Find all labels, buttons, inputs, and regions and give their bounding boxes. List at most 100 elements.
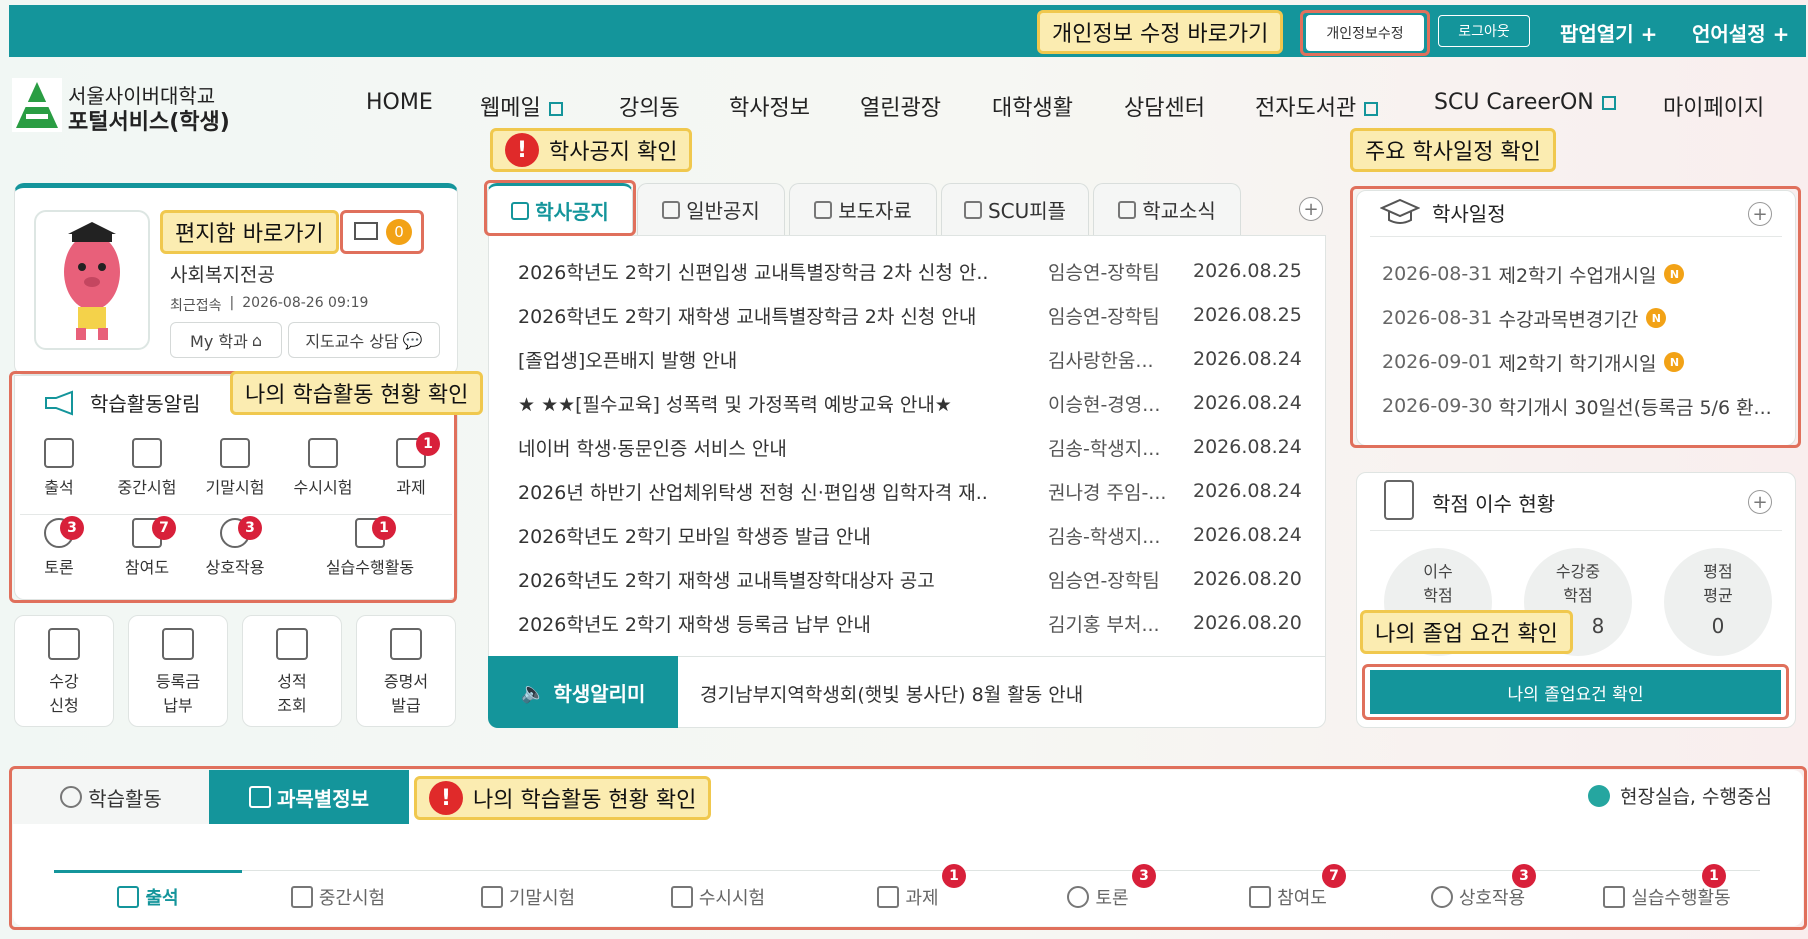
notice-list: 2026학년도 2학기 신편입생 교내특별장학금 2차 신청 안.. 임승연-장학… [518,249,1308,645]
notice-row[interactable]: 2026년 하반기 산업체위탁생 전형 신·편입생 입학자격 재.. 권나경 주임… [518,469,1308,513]
schedule-item[interactable]: 2026-09-01 제2학기 학기개시일 N [1382,340,1772,384]
quick-tuition[interactable]: 등록금 납부 [128,615,228,727]
attendance-icon [44,438,74,468]
subtab-assignment[interactable]: 과제 1 [814,864,1002,922]
nav-lecture[interactable]: 강의동 [619,90,680,122]
subtab-participation[interactable]: 참여도 7 [1194,864,1382,922]
notice-more-button[interactable]: + [1299,197,1323,221]
callout-notice: ! 학사공지 확인 [490,128,693,172]
megaphone-icon [44,390,78,416]
schedule-item[interactable]: 2026-09-30 학기개시 30일선(등록금 5/6 환... [1382,384,1772,428]
certificate-icon [390,628,422,660]
new-badge: N [1646,308,1667,328]
nav-campus-life[interactable]: 대학생활 [992,90,1073,122]
alimi-text[interactable]: 경기남부지역학생회(햇빛 봉사단) 8월 활동 안내 [700,680,1083,707]
tab-learning-activity[interactable]: 학습활동 [13,770,209,824]
activity-participation[interactable]: 참여도 7 [108,516,186,578]
subtab-midterm[interactable]: 중간시험 [244,872,432,922]
quick-certificate[interactable]: 증명서 발급 [356,615,456,727]
activity-interaction[interactable]: 상호작용 3 [196,516,274,578]
logout-button[interactable]: 로그아웃 [1438,15,1530,47]
advisor-counsel-button[interactable]: 지도교수 상담 💬 [288,322,440,358]
document-icon [814,200,833,219]
nav-library[interactable]: 전자도서관 [1255,90,1379,122]
logo-line2: 포털서비스(학생) [68,110,230,135]
credits-title: 학점 이수 현황 [1432,492,1556,516]
final-exam-icon [480,886,503,908]
my-dept-button[interactable]: My 학과 ⌂ [170,322,282,358]
highlight-academic-tab [484,180,636,236]
nav-mypage[interactable]: 마이페이지 [1663,90,1764,122]
tab-course-info[interactable]: 과목별정보 [209,770,409,824]
interaction-badge: 3 [238,516,262,540]
quick-course-registration[interactable]: 수강 신청 [14,615,114,727]
check-badge-icon [1588,784,1610,807]
attendance-icon [117,886,140,908]
divider [1370,236,1782,237]
tab-scu-people[interactable]: SCU피플 [941,183,1089,235]
scu-logo-icon[interactable] [12,78,62,132]
quick-grades[interactable]: 성적 조회 [242,615,342,727]
assignment-badge: 1 [942,864,966,888]
callout-bottom-activity: ! 나의 학습활동 현황 확인 [414,776,712,820]
subtab-discussion[interactable]: 토론 3 [1004,864,1192,922]
practicum-badge: 1 [1702,864,1726,888]
alert-icon: ! [505,133,539,167]
school-icon [1118,200,1137,219]
nav-counsel[interactable]: 상담센터 [1124,90,1205,122]
subtab-interaction[interactable]: 상호작용 3 [1384,864,1572,922]
divider [20,514,452,515]
schedule-list: 2026-08-31 제2학기 수업개시일 N 2026-08-31 수강과목변경… [1382,252,1772,428]
subtab-practicum[interactable]: 실습수행활동 1 [1574,864,1760,922]
clock-icon [60,786,83,808]
schedule-item[interactable]: 2026-08-31 제2학기 수업개시일 N [1382,252,1772,296]
notice-row[interactable]: ★ ★★[필수교육] 성폭력 및 가정폭력 예방교육 안내★ 이승현-경영... 2… [518,381,1308,425]
tab-press[interactable]: 보도자료 [789,183,937,235]
midterm-icon [290,886,313,908]
quiz-icon [670,886,693,908]
practicum-filter[interactable]: 현장실습, 수행중심 [1588,782,1772,809]
tab-general-notice[interactable]: 일반공지 [637,183,785,235]
notice-row[interactable]: 2026학년도 2학기 신편입생 교내특별장학금 2차 신청 안.. 임승연-장학… [518,249,1308,293]
notice-row[interactable]: [졸업생]오픈배지 발행 안내 김사랑한움... 2026.08.24 [518,337,1308,381]
notice-row[interactable]: 2026학년도 2학기 재학생 교내특별장학대상자 공고 임승연-장학팀 2026.… [518,557,1308,601]
notice-row[interactable]: 2026학년도 2학기 재학생 교내특별장학금 2차 신청 안내 임승연-장학팀 2… [518,293,1308,337]
activity-final[interactable]: 기말시험 [196,438,274,498]
subtab-final[interactable]: 기말시험 [434,872,622,922]
new-badge: N [1664,264,1685,284]
nav-home[interactable]: HOME [366,90,433,115]
nav-webmail[interactable]: 웹메일 [480,90,563,122]
participation-badge: 7 [1322,864,1346,888]
schedule-more-button[interactable]: + [1748,202,1772,226]
speaker-icon: 🔈 [520,680,546,704]
graduation-requirement-button[interactable]: 나의 졸업요건 확인 [1370,670,1781,714]
credits-more-button[interactable]: + [1748,490,1772,514]
notice-row[interactable]: 2026학년도 2학기 모바일 학생증 발급 안내 김송-학생지... 2026.0… [518,513,1308,557]
subtab-quiz[interactable]: 수시시험 [624,872,812,922]
profile-edit-button[interactable]: 개인정보수정 [1306,15,1424,51]
activity-practicum[interactable]: 실습수행활동 1 [310,516,430,578]
activity-midterm[interactable]: 중간시험 [108,438,186,498]
mail-icon[interactable] [354,222,378,240]
pin-icon [662,200,681,219]
practicum-badge: 1 [372,516,396,540]
activity-discussion[interactable]: 토론 3 [20,516,98,578]
schedule-item[interactable]: 2026-08-31 수강과목변경기간 N [1382,296,1772,340]
activity-quiz[interactable]: 수시시험 [284,438,362,498]
building-icon [48,628,80,660]
popup-open-button[interactable]: 팝업열기 + [1560,18,1657,47]
subtab-attendance[interactable]: 출석 [54,872,242,922]
language-setting-button[interactable]: 언어설정 + [1692,18,1789,47]
monitor-chart-icon [276,628,308,660]
discussion-badge: 3 [1132,864,1156,888]
notice-row[interactable]: 2026학년도 2학기 재학생 등록금 납부 안내 김기홍 부처... 2026.0… [518,601,1308,645]
discussion-icon [1067,886,1090,908]
activity-assignment[interactable]: 과제 1 [372,432,450,498]
activity-attendance[interactable]: 출석 [20,438,98,498]
nav-plaza[interactable]: 열린광장 [860,90,941,122]
nav-career[interactable]: SCU CareerON [1434,90,1616,115]
notice-row[interactable]: 네이버 학생·동문인증 서비스 안내 김송-학생지... 2026.08.24 [518,425,1308,469]
external-link-icon [1364,102,1379,116]
nav-academic[interactable]: 학사정보 [729,90,810,122]
tab-school-news[interactable]: 학교소식 [1093,183,1241,235]
